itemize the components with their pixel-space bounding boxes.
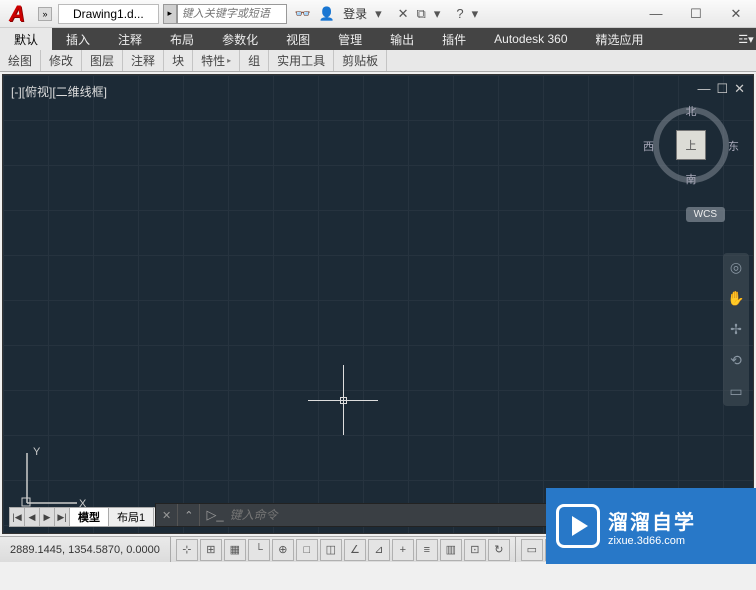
object-snap-icon[interactable]: □	[296, 539, 318, 561]
tab-featured[interactable]: 精选应用	[582, 28, 658, 50]
dynamic-ucs-icon[interactable]: ⊿	[368, 539, 390, 561]
svg-text:Y: Y	[33, 446, 41, 458]
binoculars-icon[interactable]: 👓	[295, 6, 311, 22]
infer-constraints-icon[interactable]: ⊹	[176, 539, 198, 561]
vp-close-icon[interactable]: ✕	[734, 81, 745, 97]
polar-tracking-icon[interactable]: ⊕	[272, 539, 294, 561]
zoom-extents-icon[interactable]: ✢	[730, 321, 742, 338]
title-bar: A » Drawing1.d... ▸ 👓 👤 登录 ▾ ✕ ⧉ ▾ ? ▾ —…	[0, 0, 756, 28]
play-icon	[556, 504, 600, 548]
tab-annotate[interactable]: 注释	[104, 28, 156, 50]
tab-model[interactable]: 模型	[70, 508, 109, 526]
viewcube-top-face[interactable]: 上	[676, 130, 706, 160]
ortho-mode-icon[interactable]: └	[248, 539, 270, 561]
tab-default[interactable]: 默认	[0, 28, 52, 50]
model-space-icon[interactable]: ▭	[521, 539, 543, 561]
ribbon-panels: 绘图 修改 图层 注释 块 特性▸ 组 实用工具 剪贴板	[0, 50, 756, 72]
login-button[interactable]: 登录	[343, 5, 367, 22]
panel-draw[interactable]: 绘图	[0, 50, 41, 71]
steering-wheel-icon[interactable]: ◎	[730, 259, 742, 276]
panel-utilities[interactable]: 实用工具	[269, 50, 334, 71]
tab-autodesk360[interactable]: Autodesk 360	[480, 28, 581, 50]
compass-east[interactable]: 东	[728, 138, 739, 154]
wcs-button[interactable]: WCS	[686, 207, 725, 222]
compass-south[interactable]: 南	[686, 171, 697, 187]
panel-clipboard[interactable]: 剪贴板	[334, 50, 387, 71]
vp-minimize-icon[interactable]: —	[697, 81, 710, 97]
showmotion-icon[interactable]: ▭	[729, 383, 742, 400]
search-input[interactable]	[177, 4, 287, 24]
viewport-controls: — ☐ ✕	[697, 81, 745, 97]
quick-access-toolbar: »	[34, 7, 56, 21]
tab-nav-first[interactable]: |◀	[10, 508, 25, 526]
title-icons: 👓 👤 登录 ▾	[287, 5, 390, 22]
coordinates-display[interactable]: 2889.1445, 1354.5870, 0.0000	[0, 537, 171, 562]
logo-letter: A	[9, 1, 25, 27]
tab-nav-last[interactable]: ▶|	[55, 508, 70, 526]
person-icon[interactable]: 👤	[319, 6, 335, 22]
ribbon-tabs: 默认 插入 注释 布局 参数化 视图 管理 输出 插件 Autodesk 360…	[0, 28, 756, 50]
panel-modify[interactable]: 修改	[41, 50, 82, 71]
watermark-overlay: 溜溜自学 zixue.3d66.com	[546, 488, 756, 564]
ribbon-options-icon[interactable]: ☲▾	[736, 28, 756, 50]
watermark-url: zixue.3d66.com	[608, 535, 696, 547]
cloud-icon[interactable]: ⧉	[417, 6, 426, 22]
compass-north[interactable]: 北	[686, 103, 697, 119]
cmd-prompt-icon: ▷_	[200, 507, 229, 523]
chevron-down-icon[interactable]: ▾	[472, 6, 479, 22]
close-button[interactable]: ✕	[716, 2, 756, 26]
3d-object-snap-icon[interactable]: ◫	[320, 539, 342, 561]
title-icons-3: ? ▾	[448, 6, 486, 22]
grid-display-icon[interactable]: ▦	[224, 539, 246, 561]
tab-layout1[interactable]: 布局1	[109, 508, 154, 526]
tab-output[interactable]: 输出	[376, 28, 428, 50]
tab-layout[interactable]: 布局	[156, 28, 208, 50]
lineweight-icon[interactable]: ≡	[416, 539, 438, 561]
title-icons-2: ✕ ⧉ ▾	[390, 6, 449, 22]
snap-mode-icon[interactable]: ⊞	[200, 539, 222, 561]
watermark-title: 溜溜自学	[608, 506, 696, 535]
qat-dropdown[interactable]: »	[38, 7, 52, 21]
chevron-down-icon[interactable]: ▾	[375, 6, 382, 22]
minimize-button[interactable]: —	[636, 2, 676, 26]
tab-view[interactable]: 视图	[272, 28, 324, 50]
search-box: ▸	[163, 4, 287, 24]
object-snap-tracking-icon[interactable]: ∠	[344, 539, 366, 561]
view-cube[interactable]: 上 北 南 西 东	[651, 105, 731, 185]
tab-parametric[interactable]: 参数化	[208, 28, 272, 50]
tab-insert[interactable]: 插入	[52, 28, 104, 50]
viewport-label[interactable]: [-][俯视][二维线框]	[11, 83, 107, 100]
panel-layers[interactable]: 图层	[82, 50, 123, 71]
tab-nav-prev[interactable]: ◀	[25, 508, 40, 526]
tab-manage[interactable]: 管理	[324, 28, 376, 50]
ucs-icon: Y X	[17, 443, 87, 513]
vp-maximize-icon[interactable]: ☐	[716, 81, 728, 97]
exchange-icon[interactable]: ✕	[398, 6, 409, 22]
compass-west[interactable]: 西	[643, 138, 654, 154]
panel-annotation[interactable]: 注释	[123, 50, 164, 71]
pan-icon[interactable]: ✋	[727, 290, 744, 307]
panel-properties[interactable]: 特性▸	[193, 50, 240, 71]
quick-properties-icon[interactable]: ⊡	[464, 539, 486, 561]
panel-block[interactable]: 块	[164, 50, 193, 71]
transparency-icon[interactable]: ▥	[440, 539, 462, 561]
document-title[interactable]: Drawing1.d...	[58, 4, 159, 24]
search-dropdown[interactable]: ▸	[163, 4, 177, 24]
dynamic-input-icon[interactable]: +	[392, 539, 414, 561]
tab-nav-next[interactable]: ▶	[40, 508, 55, 526]
selection-cycling-icon[interactable]: ↻	[488, 539, 510, 561]
orbit-icon[interactable]: ⟲	[730, 352, 742, 369]
navigation-bar: ◎ ✋ ✢ ⟲ ▭	[723, 253, 749, 406]
app-logo[interactable]: A	[0, 0, 34, 28]
chevron-down-icon[interactable]: ▾	[434, 6, 441, 22]
help-icon[interactable]: ?	[456, 6, 463, 21]
tab-plugins[interactable]: 插件	[428, 28, 480, 50]
grid	[3, 75, 753, 533]
cmd-close-icon[interactable]: ✕	[156, 504, 178, 526]
cmd-history-icon[interactable]: ⌃	[178, 504, 200, 526]
panel-groups[interactable]: 组	[240, 50, 269, 71]
maximize-button[interactable]: ☐	[676, 2, 716, 26]
drawing-canvas[interactable]: [-][俯视][二维线框] — ☐ ✕ 上 北 南 西 东 WCS ◎ ✋ ✢ …	[2, 74, 754, 534]
window-controls: — ☐ ✕	[636, 2, 756, 26]
